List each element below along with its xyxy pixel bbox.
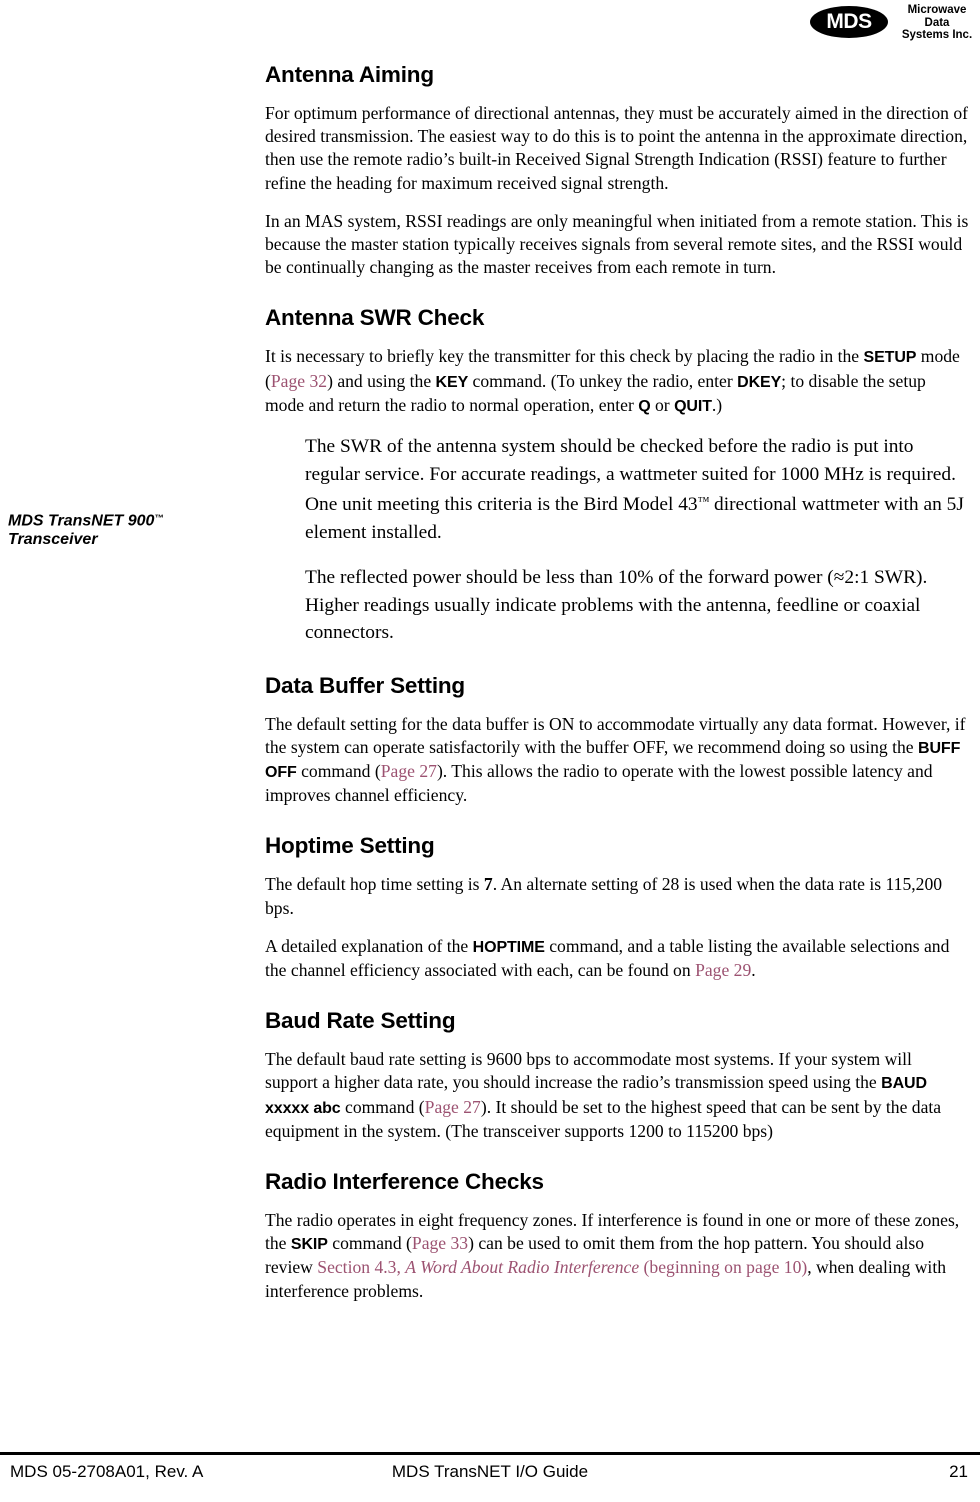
xref-section-title[interactable]: A Word About Radio Interference	[405, 1257, 639, 1277]
xref-section-4-3[interactable]: Section 4.3,	[317, 1257, 405, 1277]
paragraph-data-buffer: The default setting for the data buffer …	[265, 713, 969, 808]
text-run: The default baud rate setting is 9600 bp…	[265, 1049, 912, 1093]
company-name: Microwave Data Systems Inc.	[894, 4, 980, 42]
heading-antenna-swr-check: Antenna SWR Check	[265, 305, 485, 331]
paragraph-baud-rate: The default baud rate setting is 9600 bp…	[265, 1048, 969, 1143]
command-key: KEY	[435, 373, 469, 391]
margin-note-line2: Transceiver	[8, 530, 98, 548]
page-footer: MDS 05-2708A01, Rev. A MDS TransNET I/O …	[0, 1462, 980, 1492]
footer-guide-title: MDS TransNET I/O Guide	[391, 1462, 589, 1481]
text-run: command (	[327, 1233, 412, 1254]
command-q: Q	[638, 397, 651, 415]
command-hoptime: HOPTIME	[472, 938, 545, 956]
company-line-3: Systems Inc.	[901, 29, 973, 42]
command-skip: SKIP	[290, 1236, 328, 1254]
xref-page-32[interactable]: Page 32	[271, 371, 327, 391]
main-content-column: Antenna Aiming For optimum performance o…	[265, 62, 969, 1303]
text-run: .	[751, 960, 756, 980]
text-run: ) and using the	[327, 370, 436, 391]
heading-baud-rate-setting: Baud Rate Setting	[265, 1008, 456, 1034]
text-run: The default setting for the data buffer …	[265, 713, 966, 757]
logo-wordmark: MDS	[826, 10, 872, 33]
paragraph-antenna-aiming-1: For optimum performance of directional a…	[265, 103, 969, 193]
heading-hoptime-setting: Hoptime Setting	[265, 833, 435, 859]
command-dkey: DKEY	[737, 373, 782, 391]
paragraph-antenna-aiming-2: In an MAS system, RSSI readings are only…	[265, 210, 969, 278]
text-run: A detailed explanation of the	[265, 935, 473, 956]
xref-page-27-buffer[interactable]: Page 27	[381, 761, 437, 781]
mds-logo-icon: MDS	[806, 3, 890, 41]
text-run: The default hop time setting is	[265, 874, 484, 895]
text-run: command (	[296, 760, 381, 781]
company-line-1: Microwave	[907, 4, 967, 16]
paragraph-swr-indent-2: The reflected power should be less than …	[305, 567, 928, 644]
text-run: It is necessary to briefly key the trans…	[265, 346, 864, 367]
footer-page-number: 21	[949, 1462, 968, 1481]
heading-radio-interference-checks: Radio Interference Checks	[265, 1169, 544, 1195]
paragraph-swr-indent-1: The SWR of the antenna system should be …	[305, 433, 969, 546]
heading-data-buffer-setting: Data Buffer Setting	[265, 672, 465, 698]
paragraph-swr-setup: It is necessary to briefly key the trans…	[265, 345, 969, 418]
text-run: command. (To unkey the radio, enter	[468, 370, 738, 391]
command-quit: QUIT	[674, 397, 712, 415]
value-hoptime-default: 7	[483, 874, 493, 895]
xref-page-29[interactable]: Page 29	[695, 960, 751, 980]
mds-logo-header: MDS Microwave Data Systems Inc.	[806, 2, 980, 48]
paragraph-hoptime-2: A detailed explanation of the HOPTIME co…	[265, 935, 969, 982]
heading-antenna-aiming: Antenna Aiming	[265, 62, 434, 87]
company-line-2: Data	[924, 16, 950, 29]
trademark-symbol: ™	[697, 494, 710, 509]
xref-page-27-baud[interactable]: Page 27	[425, 1097, 481, 1117]
paragraph-radio-interference: The radio operates in eight frequency zo…	[265, 1209, 969, 1303]
document-page: MDS Microwave Data Systems Inc. MDS Tran…	[0, 0, 980, 1502]
margin-note-line1: MDS TransNET 900	[8, 512, 155, 530]
xref-page-33[interactable]: Page 33	[412, 1233, 468, 1253]
trademark-symbol: ™	[154, 513, 164, 523]
text-run: or	[650, 394, 675, 415]
text-run: command (	[340, 1096, 425, 1117]
command-setup: SETUP	[863, 349, 917, 367]
text-run: .)	[711, 394, 723, 415]
paragraph-hoptime-1: The default hop time setting is 7. An al…	[265, 873, 969, 919]
xref-beginning-page-10[interactable]: (beginning on page 10)	[639, 1257, 808, 1277]
footer-divider	[0, 1452, 980, 1455]
margin-note-product: MDS TransNET 900™ Transceiver	[8, 509, 256, 549]
